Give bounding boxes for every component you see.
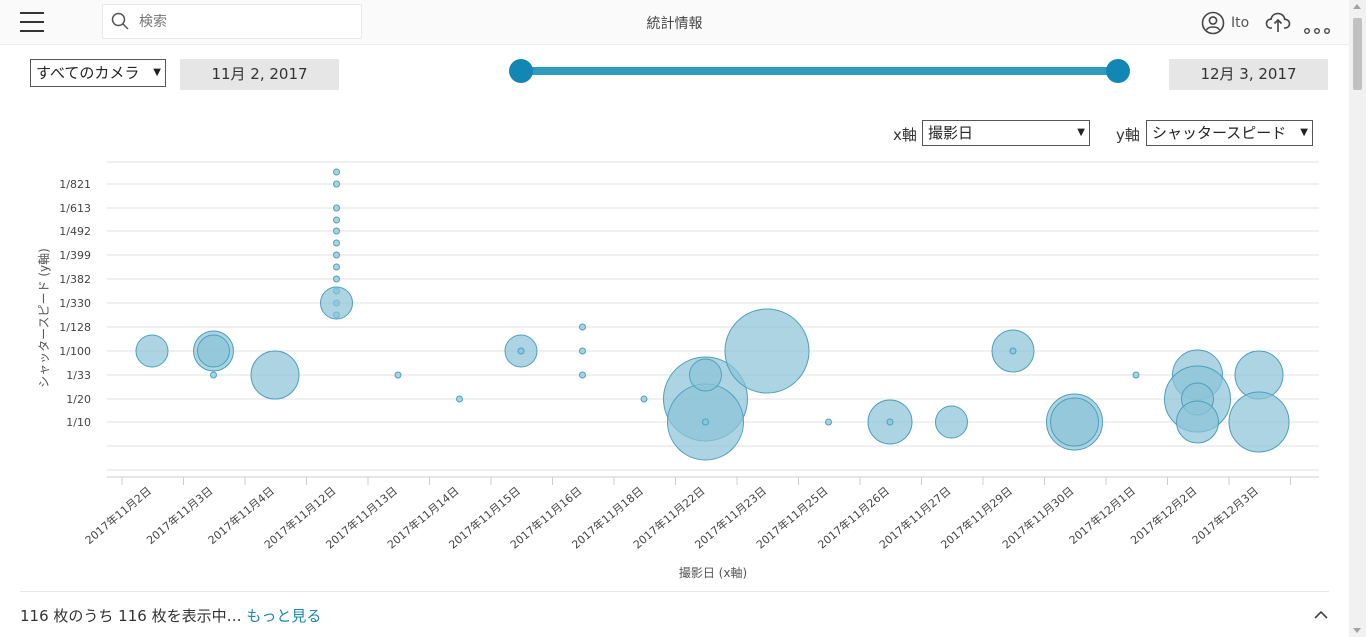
data-bubble [825, 418, 832, 426]
data-bubble [702, 418, 709, 426]
slider-start-handle[interactable] [509, 59, 533, 83]
x-tick-label: 2017年12月3日 [1189, 484, 1261, 547]
collapse-button[interactable] [1313, 605, 1329, 624]
data-bubble [579, 371, 586, 379]
data-bubble [886, 418, 894, 426]
data-bubble [333, 204, 340, 212]
y-tick-label: 1/821 [59, 178, 91, 191]
y-axis-select[interactable]: シャッタースピード ▼ [1146, 120, 1313, 146]
photo-count-text: 116 枚のうち 116 枚を表示中… [20, 607, 247, 625]
data-bubble [724, 308, 810, 394]
see-more-link[interactable]: もっと見る [246, 607, 321, 625]
footer-divider [20, 591, 1329, 592]
data-bubble [1009, 347, 1017, 355]
dropdown-arrow-icon: ▼ [153, 67, 161, 78]
data-bubble [1050, 397, 1099, 447]
y-tick-label: 1/330 [59, 297, 91, 310]
x-tick-label: 2017年12月1日 [1066, 484, 1138, 547]
data-bubble [210, 371, 217, 379]
data-bubble [1228, 391, 1290, 453]
cloud-upload-icon [1265, 12, 1291, 32]
y-tick-label: 1/100 [59, 345, 91, 358]
page-title: 統計情報 [646, 16, 703, 32]
y-tick-label: 1/10 [66, 416, 91, 429]
scroll-up-arrow[interactable] [1353, 4, 1361, 9]
data-bubble [197, 334, 230, 368]
data-bubble [333, 227, 340, 235]
end-date[interactable]: 12月 3, 2017 [1169, 59, 1328, 90]
x-tick-label: 2017年11月3日 [144, 484, 216, 547]
camera-select-value: すべてのカメラ [36, 64, 140, 82]
data-bubble [689, 358, 722, 392]
y-tick-label: 1/613 [59, 202, 91, 215]
y-axis-title: シャッタースピード (y軸) [37, 248, 51, 388]
data-bubble [579, 323, 586, 331]
user-icon [1201, 11, 1225, 35]
scrollbar-thumb[interactable] [1353, 18, 1362, 90]
data-bubble [333, 275, 340, 283]
data-bubble [394, 371, 402, 379]
data-bubble [320, 286, 353, 320]
data-bubble [333, 180, 340, 188]
data-bubble [1176, 400, 1219, 444]
data-bubble [640, 395, 648, 403]
y-tick-label: 1/33 [66, 369, 91, 382]
bubble-chart: 1/10 1/20 1/33 1/100 1/128 1/330 1/382 1/399 1/4… [37, 161, 1319, 580]
y-tick-label: 1/128 [59, 321, 91, 334]
dropdown-arrow-icon: ▼ [1077, 127, 1085, 138]
y-tick-label: 1/382 [59, 273, 91, 286]
y-tick-label: 1/492 [59, 225, 91, 238]
upload-button[interactable] [1265, 10, 1291, 38]
y-tick-label: 1/399 [59, 249, 91, 262]
top-bar: 統計情報 Ito [0, 0, 1349, 45]
dropdown-arrow-icon: ▼ [1300, 127, 1308, 138]
photo-count: 116 枚のうち 116 枚を表示中… もっと見る [20, 605, 321, 626]
y-tick-label: 1/20 [66, 393, 91, 406]
data-bubble [579, 347, 586, 355]
camera-select[interactable]: すべてのカメラ ▼ [30, 59, 166, 87]
data-bubble [333, 251, 340, 259]
data-bubble [333, 239, 340, 247]
date-range-slider-track[interactable] [521, 67, 1118, 75]
chevron-up-icon [1314, 610, 1328, 619]
data-bubble [1132, 371, 1140, 379]
data-bubble [333, 168, 340, 176]
slider-end-handle[interactable] [1106, 59, 1130, 83]
user-name: Ito [1231, 15, 1250, 31]
y-axis-select-label: y軸 [1116, 126, 1140, 144]
x-axis-select-label: x軸 [893, 126, 917, 144]
x-axis-select-value: 撮影日 [928, 124, 974, 142]
scroll-down-arrow[interactable] [1353, 628, 1361, 633]
data-bubble [135, 334, 169, 368]
x-axis-title: 撮影日 (x軸) [679, 566, 747, 580]
start-date[interactable]: 11月 2, 2017 [180, 59, 339, 90]
x-tick-label: 2017年11月2日 [82, 484, 154, 547]
data-bubble [935, 405, 968, 439]
user-menu[interactable]: Ito [1201, 10, 1249, 36]
data-bubble [333, 216, 340, 224]
data-bubble [250, 350, 300, 400]
data-bubble [333, 263, 340, 271]
data-bubble [517, 347, 525, 355]
x-axis-select[interactable]: 撮影日 ▼ [922, 120, 1090, 146]
more-options-icon[interactable] [1304, 19, 1331, 38]
x-tick-label: 2017年12月2日 [1128, 484, 1200, 547]
y-axis-select-value: シャッタースピード [1152, 124, 1287, 142]
data-bubble [456, 395, 463, 403]
page-scrollbar[interactable] [1349, 0, 1366, 637]
